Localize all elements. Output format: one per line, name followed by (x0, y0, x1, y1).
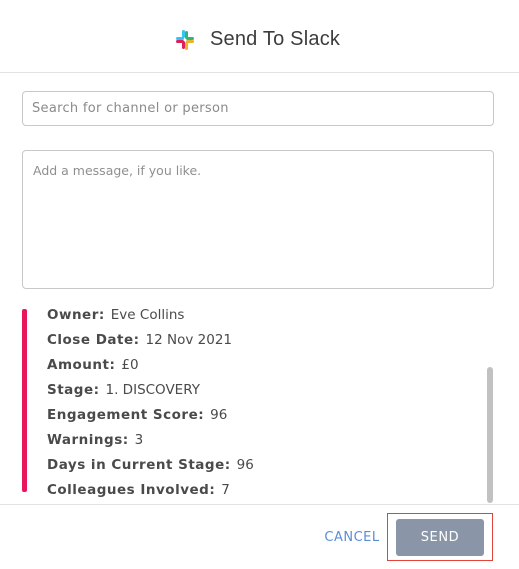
detail-label: Close Date: (47, 332, 140, 348)
detail-row-warnings: Warnings: 3 (47, 432, 254, 459)
detail-row-days-in-stage: Days in Current Stage: 96 (47, 457, 254, 484)
detail-value: 1. DISCOVERY (105, 382, 200, 398)
detail-label: Stage: (47, 382, 100, 398)
channel-search-input[interactable] (22, 91, 494, 126)
detail-row-amount: Amount: £0 (47, 357, 254, 384)
detail-rows: Owner: Eve Collins Close Date: 12 Nov 2021… (47, 307, 254, 509)
detail-label: Owner: (47, 307, 105, 323)
detail-value: Eve Collins (110, 307, 185, 323)
footer-divider (0, 504, 519, 505)
detail-value: 96 (236, 457, 254, 473)
detail-label: Amount: (47, 357, 116, 373)
deal-details-panel: Owner: Eve Collins Close Date: 12 Nov 2021… (22, 308, 482, 497)
detail-label: Engagement Score: (47, 407, 205, 423)
detail-value: 96 (210, 407, 228, 423)
cancel-button[interactable]: CANCEL (318, 524, 386, 550)
send-button[interactable]: SEND (396, 519, 484, 556)
detail-row-engagement-score: Engagement Score: 96 (47, 407, 254, 434)
slack-logo-icon (176, 30, 194, 50)
detail-value: 12 Nov 2021 (145, 332, 232, 348)
scrollbar-thumb[interactable] (487, 367, 493, 503)
message-textarea[interactable] (22, 150, 494, 289)
details-accent-bar (22, 309, 27, 492)
detail-row-owner: Owner: Eve Collins (47, 307, 254, 334)
detail-row-colleagues: Colleagues Involved: 7 (47, 482, 254, 509)
detail-value: 7 (221, 482, 230, 498)
detail-label: Warnings: (47, 432, 129, 448)
detail-row-close-date: Close Date: 12 Nov 2021 (47, 332, 254, 359)
dialog-header: Send To Slack (0, 0, 519, 73)
send-to-slack-dialog: Send To Slack Owner: Eve Collins Close Da… (0, 0, 519, 569)
detail-row-stage: Stage: 1. DISCOVERY (47, 382, 254, 409)
detail-value: £0 (121, 357, 139, 373)
detail-label: Days in Current Stage: (47, 457, 231, 473)
detail-value: 3 (134, 432, 144, 448)
dialog-title: Send To Slack (210, 28, 341, 50)
detail-label: Colleagues Involved: (47, 482, 216, 498)
